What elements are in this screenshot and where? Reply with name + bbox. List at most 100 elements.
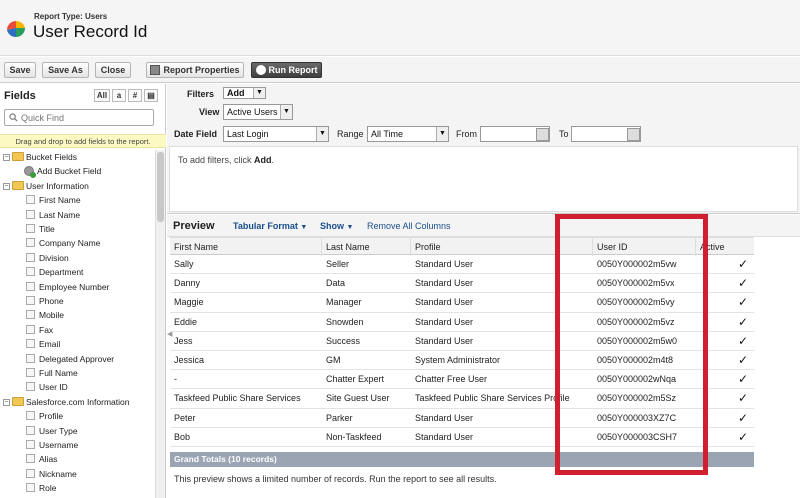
preview-title: Preview (173, 220, 215, 232)
column-header-last-name[interactable]: Last Name (322, 238, 411, 256)
from-label: From (456, 129, 477, 139)
table-cell: Seller (326, 259, 350, 269)
tree-field-item[interactable]: Delegated Approver (0, 352, 114, 366)
range-label: Range (337, 129, 364, 139)
tree-field-item[interactable]: Last Name (0, 208, 80, 222)
view-select[interactable]: Active Users ▼ (223, 104, 293, 120)
tree-field-item[interactable]: Full Name (0, 366, 78, 380)
tree-field-item[interactable]: Email (0, 337, 60, 351)
table-cell: Non-Taskfeed (326, 431, 382, 442)
preview-footnote: This preview shows a limited number of r… (174, 474, 497, 484)
field-icon (26, 238, 35, 248)
filters-section: Filters Add ▼ View Active Users ▼ Date Fie… (167, 84, 800, 214)
tree-folder[interactable]: − Bucket Fields (3, 150, 77, 164)
tree-item-label: Delegated Approver (39, 353, 115, 364)
scroll-thumb[interactable] (157, 152, 164, 222)
checkmark-icon: ✓ (738, 276, 749, 291)
save-button[interactable]: Save (4, 62, 36, 78)
field-icon (26, 468, 35, 478)
tree-field-item[interactable]: Nickname (0, 467, 77, 481)
show-dropdown[interactable]: Show ▼ (320, 221, 353, 231)
filter-drop-area[interactable]: To add filters, click Add. (169, 146, 798, 212)
range-select[interactable]: All Time ▼ (367, 126, 449, 142)
chevron-down-icon: ▼ (280, 105, 292, 119)
add-filter-dropdown[interactable]: Add ▼ (223, 87, 266, 99)
play-icon (255, 65, 266, 75)
tree-item-label: Phone (39, 296, 64, 306)
checkmark-icon: ✓ (738, 391, 749, 406)
tree-item-label: User ID (39, 382, 68, 393)
tree-field-item[interactable]: Role (0, 481, 56, 495)
tree-field-item[interactable]: First Name (0, 193, 81, 207)
fields-scrollbar[interactable] (155, 150, 165, 498)
column-header-first-name[interactable]: First Name (170, 238, 322, 256)
folder-icon (12, 396, 24, 406)
collapse-toggle-icon[interactable]: − (3, 182, 10, 190)
table-cell: Success (326, 335, 361, 346)
run-report-button[interactable]: Run Report (251, 62, 322, 78)
checkmark-icon: ✓ (738, 314, 749, 329)
remove-all-columns-link[interactable]: Remove All Columns (367, 221, 451, 231)
save-as-button[interactable]: Save As (42, 62, 89, 78)
table-cell: Sally (174, 259, 194, 269)
collapse-toggle-icon[interactable]: − (3, 398, 10, 406)
tree-field-item[interactable]: Mobile (0, 308, 64, 322)
field-type-date[interactable]: ▤ (144, 89, 158, 102)
tree-field-item[interactable]: Alias (0, 452, 57, 466)
table-cell: Chatter Expert (326, 374, 385, 385)
tree-item-label: User Type (39, 425, 78, 436)
table-cell: Taskfeed Public Share Services Profile (415, 393, 570, 404)
calendar-icon[interactable] (536, 128, 549, 141)
date-field-select[interactable]: Last Login ▼ (223, 126, 329, 142)
range-value: All Time (371, 129, 404, 139)
tree-item-label: Profile (39, 411, 64, 422)
calendar-icon[interactable] (627, 128, 640, 141)
quick-find-box[interactable] (4, 109, 154, 126)
run-report-label: Run Report (268, 65, 318, 75)
table-cell: Site Guest User (326, 393, 390, 404)
tree-item-label: Full Name (39, 368, 78, 378)
quick-find-input[interactable] (21, 112, 151, 124)
tree-field-item[interactable]: Username (0, 438, 78, 452)
collapse-toggle-icon[interactable]: − (3, 154, 10, 161)
table-cell: Manager (326, 297, 362, 308)
tree-field-item[interactable]: Employee Number (0, 280, 109, 294)
table-cell: Eddie (174, 316, 198, 327)
close-button[interactable]: Close (95, 62, 131, 78)
tree-item-label: Username (39, 440, 79, 450)
filter-hint: To add filters, click Add. (178, 155, 275, 165)
report-type-label: Report Type: Users (34, 12, 108, 21)
field-icon (26, 281, 35, 291)
tree-field-item[interactable]: Fax (0, 323, 53, 337)
tree-item-label: Email (39, 339, 61, 350)
tree-field-item[interactable]: Company Name (0, 236, 100, 250)
chevron-down-icon: ▼ (436, 127, 448, 141)
tree-field-item[interactable]: Profile (0, 409, 63, 423)
report-properties-button[interactable]: Report Properties (146, 62, 244, 78)
table-cell: Maggie (174, 297, 204, 308)
date-field-label: Date Field (174, 129, 218, 139)
tree-field-item[interactable]: Title (0, 222, 55, 236)
report-properties-label: Report Properties (163, 65, 240, 75)
tree-field-item[interactable]: User ID (0, 380, 68, 394)
tree-field-item[interactable]: Phone (0, 294, 64, 308)
tree-folder[interactable]: − Salesforce.com Information (3, 395, 129, 409)
field-type-text[interactable]: a (112, 89, 126, 102)
view-value: Active Users (227, 107, 278, 117)
fields-heading: Fields (4, 90, 36, 102)
format-dropdown[interactable]: Tabular Format ▼ (233, 221, 307, 231)
table-cell: Parker (326, 412, 353, 423)
table-cell: Jessica (174, 355, 205, 365)
tree-field-item[interactable]: Division (0, 251, 69, 265)
tree-item-label: Add Bucket Field (37, 166, 102, 177)
field-type-all[interactable]: All (94, 89, 110, 102)
tree-field-item[interactable]: Department (0, 265, 83, 279)
checkmark-icon: ✓ (738, 429, 749, 444)
table-cell: Danny (174, 278, 201, 289)
field-type-number[interactable]: # (128, 89, 142, 102)
salesforce-logo-icon (7, 20, 25, 38)
chevron-down-icon: ▼ (253, 88, 265, 98)
tree-item-add-bucket-field[interactable]: Add Bucket Field (0, 164, 102, 179)
tree-field-item[interactable]: User Type (0, 424, 78, 438)
tree-folder[interactable]: − User Information (3, 179, 89, 193)
